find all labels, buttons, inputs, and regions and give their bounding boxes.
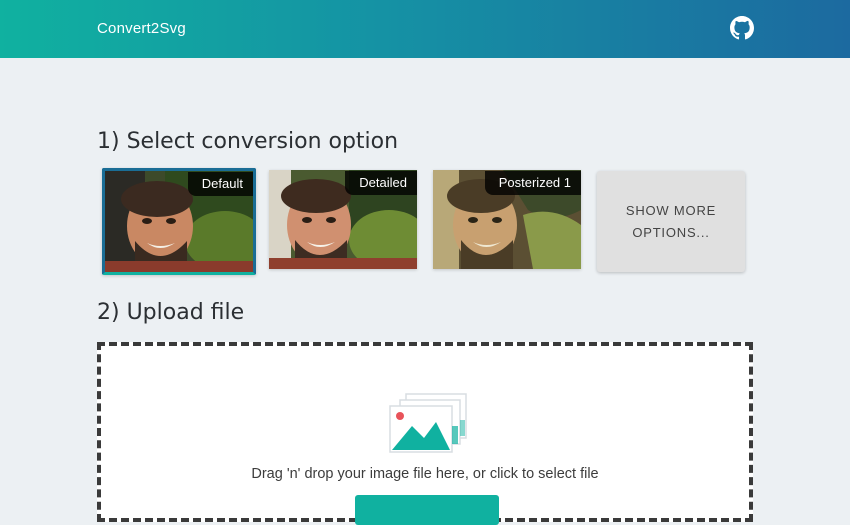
option-label: Detailed [345, 171, 417, 195]
option-default[interactable]: Default [102, 168, 256, 275]
option-label: Posterized 1 [484, 171, 581, 195]
option-label: Default [187, 172, 253, 196]
show-more-options-button[interactable]: SHOW MORE OPTIONS... [597, 171, 745, 272]
option-detailed[interactable]: Detailed [269, 170, 417, 269]
github-icon[interactable] [730, 16, 754, 40]
app-header: Convert2Svg [0, 0, 850, 58]
file-dropzone[interactable]: Drag 'n' drop your image file here, or c… [97, 342, 753, 525]
show-more-line1: SHOW MORE [625, 202, 717, 218]
step2-title: 2) Upload file [97, 300, 245, 325]
image-upload-icon [389, 393, 467, 453]
step1-title: 1) Select conversion option [97, 129, 399, 154]
option-posterized-1[interactable]: Posterized 1 [433, 170, 581, 269]
dropzone-instructions: Drag 'n' drop your image file here, or c… [251, 466, 599, 482]
show-more-line2: OPTIONS... [632, 224, 710, 240]
brand-logo-text[interactable]: Convert2Svg [97, 20, 186, 37]
